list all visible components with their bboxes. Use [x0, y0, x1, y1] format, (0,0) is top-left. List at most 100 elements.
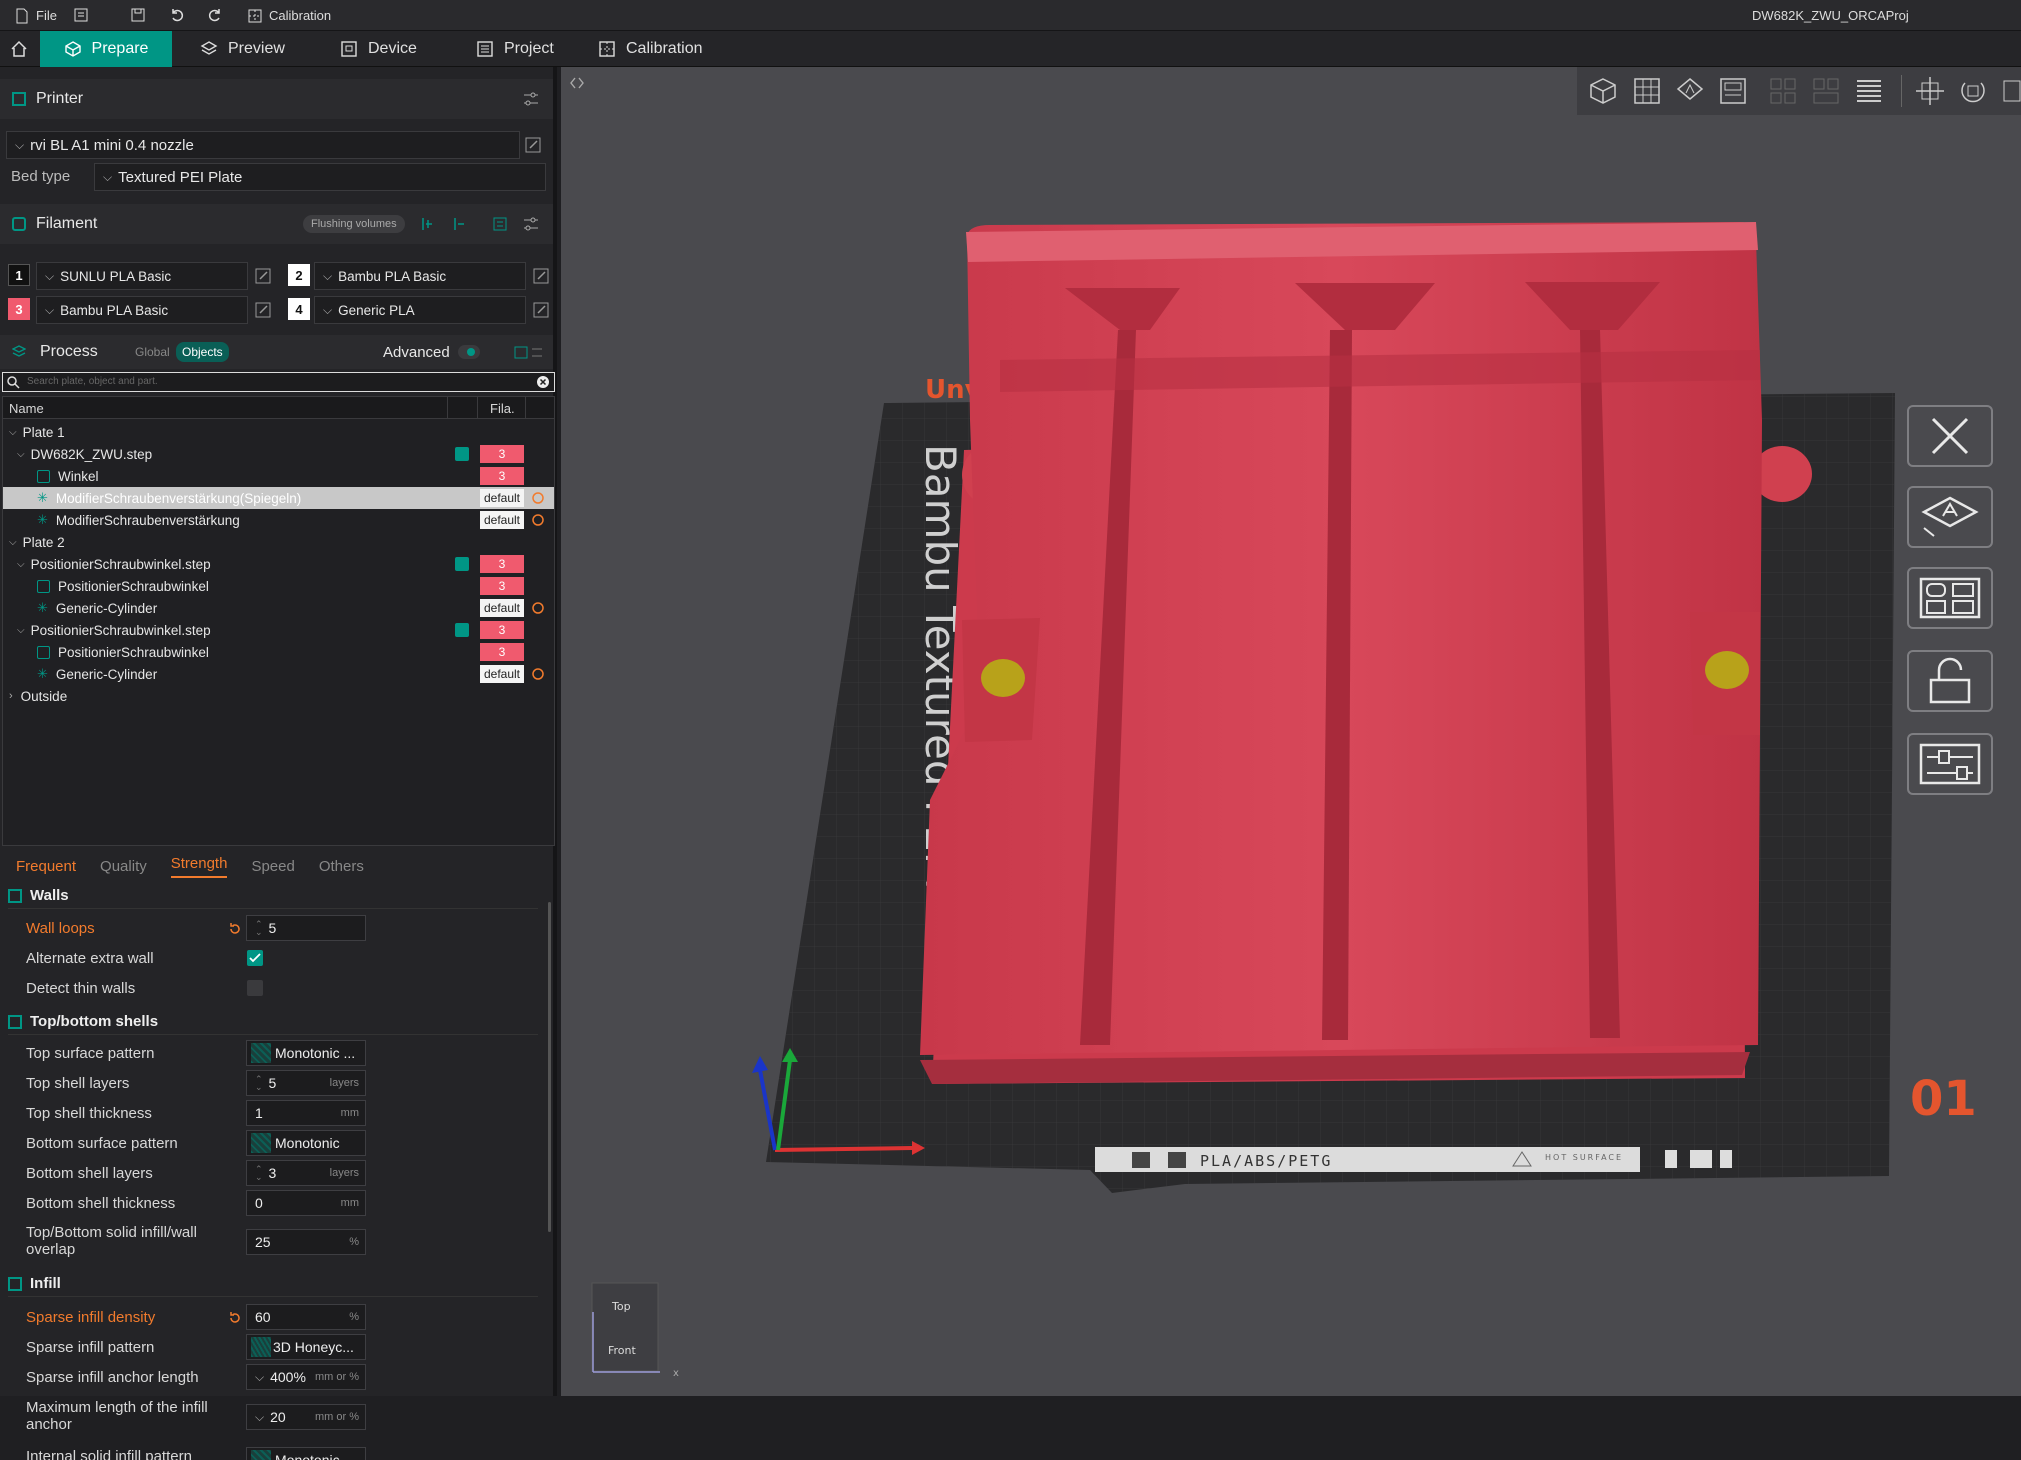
filament-cell[interactable]: 3: [480, 643, 524, 661]
scene[interactable]: PLA/ABS/PETG HOT SURFACE Bambu Textured …: [561, 67, 2021, 1396]
tab-strength[interactable]: Strength: [170, 855, 228, 878]
3d-viewport[interactable]: PLA/ABS/PETG HOT SURFACE Bambu Textured …: [561, 67, 2021, 1396]
view-cube-top[interactable]: Top: [611, 1300, 631, 1313]
tree-object-row[interactable]: ⌵ DW682K_ZWU.step 3: [3, 443, 554, 465]
settings-sliders-icon[interactable]: [523, 217, 539, 231]
visible-checkbox[interactable]: [455, 557, 469, 571]
tree-part-row[interactable]: PositionierSchraubwinkel 3: [3, 641, 554, 663]
scale-icon[interactable]: [2000, 75, 2021, 107]
flushing-volumes-button[interactable]: Flushing volumes: [303, 215, 405, 233]
edit-icon[interactable]: [254, 301, 272, 319]
edit-icon[interactable]: [532, 301, 550, 319]
orient-icon[interactable]: [1674, 75, 1706, 107]
sparse-infill-pattern-select[interactable]: 3D Honeyc...: [246, 1334, 366, 1360]
top-surface-pattern-select[interactable]: Monotonic ...: [246, 1040, 366, 1066]
visible-checkbox[interactable]: [455, 623, 469, 637]
clear-search-icon[interactable]: [536, 375, 550, 389]
advanced-switch[interactable]: [458, 345, 480, 359]
tab-speed[interactable]: Speed: [251, 858, 294, 875]
tree-object-row[interactable]: ⌵ PositionierSchraubwinkel.step 3: [3, 619, 554, 641]
filament-cell[interactable]: 3: [480, 621, 524, 639]
settings-reset-icon[interactable]: [531, 513, 545, 527]
file-menu[interactable]: File: [14, 0, 57, 31]
tab-quality[interactable]: Quality: [100, 858, 147, 875]
filament-cell[interactable]: 3: [480, 555, 524, 573]
detect-thin-walls-checkbox[interactable]: [247, 980, 263, 996]
tab-project[interactable]: Project: [476, 31, 554, 67]
move-icon[interactable]: [1914, 75, 1946, 107]
reset-icon[interactable]: [228, 922, 242, 936]
visible-checkbox[interactable]: [455, 447, 469, 461]
filament-cell[interactable]: default: [480, 489, 524, 507]
notes-icon[interactable]: [74, 8, 88, 22]
bottom-surface-pattern-select[interactable]: Monotonic: [246, 1130, 366, 1156]
filament-cell[interactable]: default: [480, 665, 524, 683]
arrange-plate-button[interactable]: [1907, 567, 1993, 629]
sync-filament-icon[interactable]: [492, 216, 508, 232]
edit-icon[interactable]: [524, 136, 542, 154]
tree-plate-row[interactable]: ⌵ Plate 1: [3, 421, 554, 443]
tree-modifier-row[interactable]: ✳ ModifierSchraubenverstärkung default: [3, 509, 554, 531]
variable-layer-height-icon[interactable]: [1853, 75, 1885, 107]
split-parts-icon[interactable]: [1810, 75, 1842, 107]
tab-frequent[interactable]: Frequent: [16, 858, 76, 875]
tab-preview[interactable]: Preview: [200, 31, 285, 67]
model-part[interactable]: [920, 222, 1812, 1084]
edit-icon[interactable]: [254, 267, 272, 285]
object-search-input[interactable]: Search plate, object and part.: [2, 372, 555, 392]
internal-solid-pattern-select[interactable]: Monotonic: [246, 1447, 366, 1460]
filament-select-4[interactable]: ⌵ Generic PLA: [314, 296, 526, 324]
filament-cell[interactable]: 3: [480, 467, 524, 485]
tree-modifier-row-selected[interactable]: ✳ ModifierSchraubenverstärkung(Spiegeln) d…: [3, 487, 554, 509]
add-filament-icon[interactable]: [420, 216, 436, 232]
view-cube[interactable]: [591, 1282, 659, 1372]
bottom-shell-layers-input[interactable]: ⌃ ⌄ 3 layers: [246, 1160, 366, 1186]
filament-cell[interactable]: 3: [480, 445, 524, 463]
lock-plate-button[interactable]: [1907, 650, 1993, 712]
tab-others[interactable]: Others: [319, 858, 364, 875]
tab-calibration[interactable]: Calibration: [598, 31, 702, 67]
tree-part-row[interactable]: Winkel 3: [3, 465, 554, 487]
orient-plate-button[interactable]: [1907, 486, 1993, 548]
plate-settings-button[interactable]: [1907, 733, 1993, 795]
objects-toggle[interactable]: Objects: [176, 342, 229, 362]
arrange-grid-icon[interactable]: [1631, 75, 1663, 107]
anchor-length-input[interactable]: ⌵ 400% mm or %: [246, 1364, 366, 1390]
tree-plate-row[interactable]: › Outside: [3, 685, 554, 707]
reset-icon[interactable]: [228, 1311, 242, 1325]
bottom-shell-thickness-input[interactable]: 0 mm: [246, 1190, 366, 1216]
save-icon[interactable]: [131, 8, 145, 22]
add-object-icon[interactable]: [1587, 75, 1619, 107]
compare-icon[interactable]: [514, 345, 546, 361]
bed-type-select[interactable]: ⌵ Textured PEI Plate: [94, 163, 546, 191]
collapse-sidebar-icon[interactable]: [569, 75, 585, 91]
settings-sliders-icon[interactable]: [523, 92, 539, 106]
global-toggle[interactable]: Global: [135, 345, 170, 359]
settings-reset-icon[interactable]: [531, 491, 545, 505]
wall-loops-input[interactable]: ⌃ ⌄ 5: [246, 915, 366, 941]
settings-reset-icon[interactable]: [531, 667, 545, 681]
filament-select-3[interactable]: ⌵ Bambu PLA Basic: [36, 296, 248, 324]
tree-plate-row[interactable]: ⌵ Plate 2: [3, 531, 554, 553]
calibration-menu[interactable]: Calibration: [247, 0, 331, 31]
tree-modifier-row[interactable]: ✳ Generic-Cylinder default: [3, 663, 554, 685]
redo-icon[interactable]: [207, 7, 223, 23]
view-cube-front[interactable]: Front: [608, 1344, 637, 1357]
tree-object-row[interactable]: ⌵ PositionierSchraubwinkel.step 3: [3, 553, 554, 575]
filament-select-1[interactable]: ⌵ SUNLU PLA Basic: [36, 262, 248, 290]
split-objects-icon[interactable]: [1767, 75, 1799, 107]
delete-plate-button[interactable]: [1907, 405, 1993, 467]
filament-cell[interactable]: 3: [480, 577, 524, 595]
undo-icon[interactable]: [169, 7, 185, 23]
home-icon[interactable]: [10, 40, 28, 58]
filament-cell[interactable]: default: [480, 599, 524, 617]
plate-layout-icon[interactable]: [1717, 75, 1749, 107]
filament-select-2[interactable]: ⌵ Bambu PLA Basic: [314, 262, 526, 290]
rotate-icon[interactable]: [1957, 75, 1989, 107]
tree-part-row[interactable]: PositionierSchraubwinkel 3: [3, 575, 554, 597]
params-scrollbar[interactable]: [548, 902, 551, 1232]
filament-cell[interactable]: default: [480, 511, 524, 529]
tab-prepare[interactable]: Prepare: [40, 31, 172, 67]
edit-icon[interactable]: [532, 267, 550, 285]
sparse-infill-density-input[interactable]: 60%: [246, 1304, 366, 1330]
